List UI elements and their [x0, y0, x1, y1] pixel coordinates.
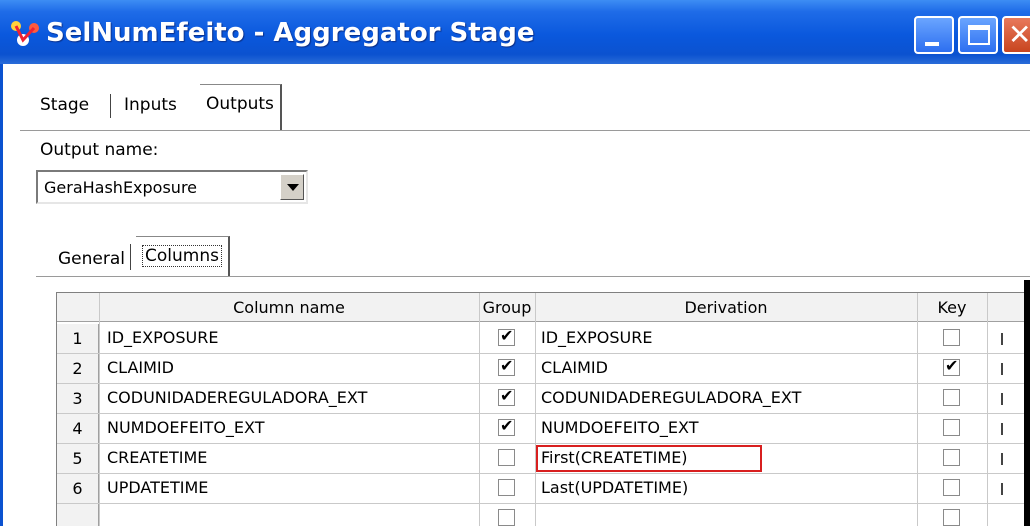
grid-line — [535, 293, 536, 526]
group-checkbox[interactable] — [498, 326, 515, 346]
tab-divider — [110, 94, 111, 118]
grid-right-edge — [1024, 280, 1030, 526]
grid-line — [987, 293, 988, 526]
subtab-strip-border — [36, 276, 1030, 277]
header-column-name[interactable]: Column name — [99, 293, 479, 322]
close-button[interactable]: ✕ — [1002, 16, 1030, 54]
aggregator-stage-icon — [11, 21, 39, 46]
truncated-column-text — [1001, 483, 1003, 495]
row-number[interactable] — [57, 504, 99, 526]
highlight-box — [536, 445, 762, 472]
grid-line — [99, 293, 100, 526]
title-bar: SelNumEfeito - Aggregator Stage ✕ — [0, 0, 1030, 64]
window-title: SelNumEfeito - Aggregator Stage — [46, 18, 535, 48]
tab-general[interactable]: General — [52, 240, 131, 278]
derivation-cell[interactable]: NUMDOEFEITO_EXT — [541, 414, 698, 442]
derivation-cell[interactable]: ID_EXPOSURE — [541, 324, 652, 352]
key-checkbox[interactable] — [943, 479, 960, 496]
columns-grid[interactable]: Column name Group Derivation Key 1 ID_EXP… — [56, 292, 1030, 526]
truncated-column-text — [1001, 333, 1003, 345]
group-checkbox[interactable] — [498, 356, 515, 376]
header-key[interactable]: Key — [917, 293, 987, 322]
key-checkbox[interactable] — [943, 509, 960, 526]
key-checkbox[interactable] — [943, 356, 960, 376]
header-group[interactable]: Group — [479, 293, 535, 322]
group-checkbox[interactable] — [498, 386, 515, 406]
truncated-column-text — [1001, 393, 1003, 405]
row-number[interactable]: 4 — [57, 414, 99, 443]
output-name-value: GeraHashExposure — [44, 178, 198, 197]
tab-inputs[interactable]: Inputs — [118, 86, 183, 124]
truncated-column-text — [1001, 423, 1003, 435]
derivation-cell[interactable]: Last(UPDATETIME) — [541, 474, 688, 502]
truncated-column-text — [1001, 453, 1003, 465]
minimize-button[interactable] — [914, 16, 954, 54]
key-checkbox[interactable] — [943, 419, 960, 436]
column-name-cell[interactable]: ID_EXPOSURE — [107, 324, 218, 352]
key-checkbox[interactable] — [943, 449, 960, 466]
group-checkbox[interactable] — [498, 449, 515, 466]
chevron-down-icon — [287, 184, 299, 191]
column-name-cell[interactable]: CLAIMID — [107, 354, 174, 382]
row-number[interactable]: 2 — [57, 354, 99, 383]
tab-stage[interactable]: Stage — [34, 86, 95, 124]
column-name-cell[interactable]: CODUNIDADEREGULADORA_EXT — [107, 384, 367, 412]
maximize-button[interactable] — [958, 16, 998, 54]
grid-line — [479, 293, 480, 526]
group-checkbox[interactable] — [498, 509, 515, 526]
output-name-select[interactable]: GeraHashExposure — [36, 170, 308, 204]
maximize-icon — [968, 25, 990, 45]
close-icon: ✕ — [1008, 18, 1030, 51]
column-name-cell[interactable]: NUMDOEFEITO_EXT — [107, 414, 264, 442]
grid-corner-header — [57, 293, 99, 322]
group-checkbox[interactable] — [498, 416, 515, 436]
column-name-cell[interactable]: UPDATETIME — [107, 474, 208, 502]
derivation-cell[interactable]: CODUNIDADEREGULADORA_EXT — [541, 384, 801, 412]
group-checkbox[interactable] — [498, 479, 515, 496]
truncated-column-text — [1001, 363, 1003, 375]
grid-line — [57, 503, 1030, 504]
grid-line — [917, 293, 918, 526]
row-number[interactable]: 6 — [57, 474, 99, 503]
tab-columns[interactable]: Columns — [136, 236, 230, 276]
row-number[interactable]: 1 — [57, 324, 99, 353]
header-derivation[interactable]: Derivation — [535, 293, 917, 322]
minimize-icon — [925, 42, 939, 46]
row-number[interactable]: 3 — [57, 384, 99, 413]
tab-columns-label: Columns — [142, 245, 222, 267]
row-number[interactable]: 5 — [57, 444, 99, 473]
tab-strip-border — [20, 130, 1030, 131]
tab-divider — [130, 244, 131, 270]
key-checkbox[interactable] — [943, 389, 960, 406]
tab-outputs[interactable]: Outputs — [200, 84, 282, 130]
derivation-cell[interactable]: CLAIMID — [541, 354, 608, 382]
output-name-label: Output name: — [40, 140, 159, 160]
dropdown-button[interactable] — [280, 174, 304, 200]
key-checkbox[interactable] — [943, 329, 960, 346]
column-name-cell[interactable]: CREATETIME — [107, 444, 207, 472]
